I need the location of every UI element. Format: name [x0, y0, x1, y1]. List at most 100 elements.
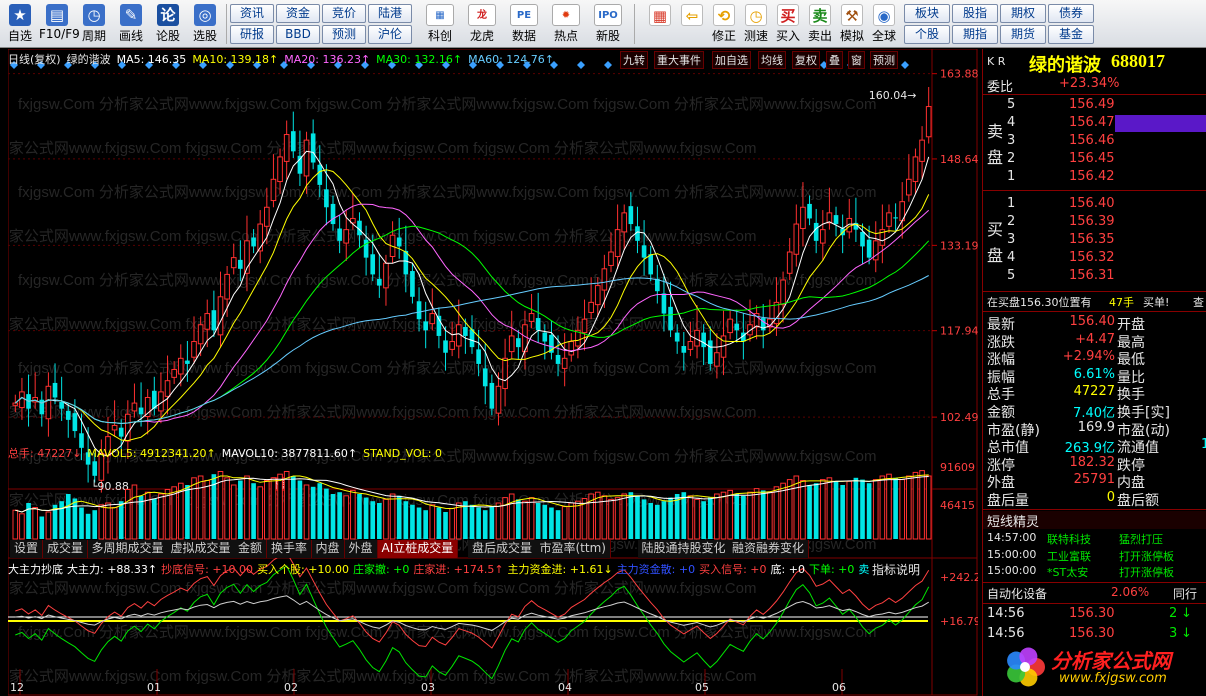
indicator-tab[interactable]: 内盘 — [311, 540, 345, 558]
toolbar-grid-button[interactable]: 沪伦 — [368, 25, 412, 44]
bid-row[interactable]: 3 156.35 — [983, 232, 1206, 250]
indicator-tab[interactable]: 市盈率(ttm) — [535, 540, 611, 558]
toolbar-market-button[interactable]: 股指 — [952, 4, 998, 23]
short-line-event: 打开涨停板 — [1119, 566, 1174, 579]
toolbar-self-select-button[interactable]: ★ 自选 — [2, 2, 38, 46]
volume-bar — [780, 482, 786, 540]
toolbar-data-button[interactable]: PE 数据 — [504, 2, 544, 46]
month-label: 12 — [10, 681, 24, 694]
indicator-tab[interactable]: AI立桩成交量 — [377, 540, 459, 558]
kline-chart-area[interactable]: fxjgsw.Com 分析家公式网www.fxjgsw.Com fxjgsw.C… — [8, 49, 978, 696]
bid-price: 156.39 — [1069, 214, 1115, 229]
indicator-tab[interactable]: 外盘 — [344, 540, 378, 558]
ask-row[interactable]: 3 156.46 — [983, 133, 1206, 151]
toolbar-grid-button[interactable]: 预测 — [322, 25, 366, 44]
toolbar-revise-button[interactable]: ⟲ 修正 — [708, 2, 740, 46]
ask-row[interactable]: 4 156.47 — [983, 115, 1206, 133]
indicator-tab[interactable]: 陆股通持股变化 — [637, 540, 731, 558]
indicator-tab[interactable]: 设置 — [10, 540, 44, 558]
chart-top-tab[interactable]: 预测 — [870, 51, 898, 69]
toolbar-grid-button[interactable]: 竞价 — [322, 4, 366, 23]
toolbar-grid-button[interactable]: 陆港 — [368, 4, 412, 23]
sector-row[interactable]: 自动化设备 2.06% 同行 — [983, 585, 1206, 603]
candle-body — [19, 391, 25, 409]
volume-tick-label: 91609 — [940, 461, 975, 474]
indicator-help-button[interactable]: 指标说明 — [872, 561, 920, 578]
dragon-tiger-icon: 龙 — [468, 4, 496, 26]
chart-top-tab[interactable]: 重大事件 — [654, 51, 704, 69]
ask-row[interactable]: 1 156.42 — [983, 169, 1206, 187]
ask-row[interactable]: 5 156.49 — [983, 97, 1206, 115]
candle-body — [111, 424, 118, 431]
chart-top-tab[interactable]: 叠 — [826, 51, 843, 69]
toolbar-sell-button[interactable]: 卖卖出 — [804, 2, 836, 46]
toolbar-new-ipo-button[interactable]: IPO 新股 — [588, 2, 628, 46]
indicator-tab[interactable]: 融资融券变化 — [728, 540, 810, 558]
buy-side-char: 盘 — [987, 246, 1004, 265]
toolbar-grid-button[interactable]: 资金 — [276, 4, 320, 23]
toolbar-market-button[interactable]: 期指 — [952, 25, 998, 44]
toolbar-tile-button[interactable]: ▦ — [644, 2, 676, 46]
short-line-title[interactable]: 短线精灵 — [983, 511, 1206, 530]
volume-bar — [621, 493, 628, 540]
indicator-tab[interactable]: 成交量 — [43, 540, 89, 558]
ask-level: 4 — [1007, 115, 1016, 130]
order-notice-more[interactable]: 查 — [1193, 294, 1204, 310]
stat-value: 169.9 — [1077, 419, 1115, 435]
price-tick-label: 163.88 — [940, 68, 978, 81]
indicator-tab[interactable]: 换手率 — [267, 540, 313, 558]
indicator-tab[interactable]: 虚拟成交量 — [166, 540, 236, 558]
chart-top-tab[interactable]: 窗 — [848, 51, 865, 69]
stat-row: 市盈(静) 169.9 市盈(动) — [983, 419, 1206, 439]
bid-row[interactable]: 5 156.31 — [983, 268, 1206, 286]
toolbar-simulate-button[interactable]: ⚒ 模拟 — [836, 2, 868, 46]
kline-chart-svg[interactable]: fxjgsw.Com 分析家公式网www.fxjgsw.Com fxjgsw.C… — [8, 49, 978, 696]
indicator-tab[interactable]: 金额 — [234, 540, 268, 558]
toolbar-market-button[interactable]: 期权 — [1000, 4, 1046, 23]
toolbar-market-button[interactable]: 期货 — [1000, 25, 1046, 44]
ask-row[interactable]: 2 156.45 — [983, 151, 1206, 169]
sector-more[interactable]: 同行 — [1173, 585, 1197, 602]
toolbar-stock-pick-button[interactable]: ◎ 选股 — [187, 2, 223, 46]
toolbar-grid-button[interactable]: 研报 — [230, 25, 274, 44]
short-line-item[interactable]: 15:00:00 *ST太安 打开涨停板 — [983, 564, 1206, 582]
toolbar-hot-spot-button[interactable]: ✹ 热点 — [546, 2, 586, 46]
toolbar-global-button[interactable]: ◉ 全球 — [868, 2, 900, 46]
toolbar-market-button[interactable]: 基金 — [1048, 25, 1094, 44]
chart-top-tab[interactable]: 均线 — [758, 51, 786, 69]
indicator-tab[interactable]: 盘后成交量 — [468, 540, 538, 558]
volume-bar — [92, 510, 98, 539]
toolbar-back-button[interactable]: ⇦ — [676, 2, 708, 46]
volume-bar — [542, 504, 548, 539]
bid-row[interactable]: 2 156.39 — [983, 214, 1206, 232]
panel-divider — [983, 190, 1206, 191]
toolbar-period-button[interactable]: ◷ 周期 — [76, 2, 112, 46]
toolbar-stock-review-button[interactable]: 论论股 — [150, 2, 186, 46]
toolbar-market-button[interactable]: 个股 — [904, 25, 950, 44]
short-line-item[interactable]: 15:00:00 工业富联 打开涨停板 — [983, 548, 1206, 566]
candle-body — [780, 279, 786, 306]
toolbar-sci-innovation-button[interactable]: ▦ 科创 — [420, 2, 460, 46]
toolbar-f10-button[interactable]: ▤ F10/F9 — [39, 2, 80, 46]
stat-row: 外盘 25791 内盘 — [983, 472, 1206, 491]
toolbar-market-button[interactable]: 债券 — [1048, 4, 1094, 23]
toolbar-dragon-tiger-button[interactable]: 龙龙虎 — [462, 2, 502, 46]
volume-bar — [455, 502, 462, 540]
volume-bar — [694, 498, 700, 540]
toolbar-grid-button[interactable]: BBD — [276, 25, 320, 44]
stock-header: K R 绿的谐波 688017 — [983, 51, 1206, 76]
indicator-tab[interactable]: 多周期成交量 — [87, 540, 169, 558]
chart-top-tab[interactable]: 复权 — [792, 51, 820, 69]
short-line-item[interactable]: 14:57:00 联特科技 猛烈打压 — [983, 531, 1206, 549]
order-notice[interactable]: 在买盘156.30位置有 47手 买单! 查 — [983, 294, 1206, 312]
chart-top-tab[interactable]: 加自选 — [712, 51, 751, 69]
chart-top-tab[interactable]: 九转 — [620, 51, 648, 69]
toolbar-draw-line-button[interactable]: ✎ 画线 — [113, 2, 149, 46]
bid-row[interactable]: 1 156.40 — [983, 196, 1206, 214]
toolbar-market-button[interactable]: 板块 — [904, 4, 950, 23]
bid-row[interactable]: 4 156.32 — [983, 250, 1206, 268]
toolbar-backtest-button[interactable]: ◷ 测速 — [740, 2, 772, 46]
toolbar-buy-button[interactable]: 买买入 — [772, 2, 804, 46]
toolbar-grid-button[interactable]: 资讯 — [230, 4, 274, 23]
ask-level: 2 — [1007, 151, 1016, 166]
